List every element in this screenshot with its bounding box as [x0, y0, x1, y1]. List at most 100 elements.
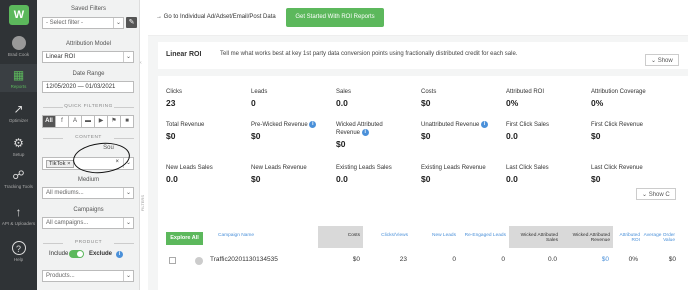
metric-attribution-coverage: Attribution Coverage 0% [591, 88, 646, 108]
remove-icon[interactable]: × [67, 161, 70, 167]
metric-value: 0.0 [506, 174, 518, 184]
include-label: Include [49, 251, 69, 257]
col-header-roi[interactable]: Attributed ROI [613, 226, 643, 248]
products-value: Products... [46, 273, 75, 279]
facebook-icon[interactable]: f [55, 115, 69, 128]
explore-all-button[interactable]: Explore All [166, 232, 203, 245]
saved-filters-label: Saved Filters [70, 6, 106, 12]
collapse-arrow-icon[interactable]: ‹ [140, 60, 148, 66]
metric-attributed-roi: Attributed ROI 0% [506, 88, 544, 108]
rail-item-tracking[interactable]: ☍ Tracking Tools [0, 168, 37, 196]
get-started-roi-button[interactable]: Get Started With ROI Reports [286, 8, 384, 27]
edit-filter-button[interactable]: ✎ [126, 17, 137, 28]
email-icon[interactable]: ▬ [81, 115, 95, 128]
include-exclude-toggle[interactable] [69, 250, 84, 258]
metric-value: 23 [166, 98, 176, 108]
square-icon[interactable]: ■ [120, 115, 134, 128]
col-header-new-leads[interactable]: New Leads [411, 226, 459, 248]
col-header-campaign[interactable]: Campaign Name [218, 226, 328, 248]
cell-campaign-name[interactable]: Traffic20201130134535 [210, 256, 278, 263]
metric-value: $0 [591, 174, 601, 184]
top-bar: → Go to Individual Ad/Adset/Email/Post D… [148, 0, 688, 36]
metric-label: Existing Leads Revenue [421, 165, 486, 171]
col-header-wicked-revenue[interactable]: Wicked Attributed Revenue [561, 226, 613, 248]
metric-label: Leads [251, 89, 268, 95]
attribution-model-value: Linear ROI [46, 54, 76, 60]
metric-value: 0% [506, 98, 519, 108]
cell-costs: $0 [352, 256, 360, 263]
metric-sales: Sales 0.0 [336, 88, 351, 108]
exclude-label: Exclude [89, 251, 113, 257]
date-range-label: Date Range [72, 71, 105, 77]
quick-filter-all[interactable]: All [42, 115, 56, 128]
col-header-aov[interactable]: Average Order Value [643, 226, 678, 248]
attribution-model-select[interactable]: Linear ROI ⌄ [42, 51, 134, 63]
date-range-input[interactable]: 12/05/2020 — 01/03/2021 [42, 81, 134, 93]
metric-label: Existing Leads Sales [336, 165, 392, 171]
app-logo[interactable]: W [9, 5, 29, 25]
campaigns-select[interactable]: All campaigns... ⌄ [42, 217, 134, 229]
metric-label: Unattributed Revenue [421, 122, 480, 129]
report-description: Tell me what works best at key 1st party… [220, 51, 518, 57]
chart-icon: ▦ [12, 68, 25, 82]
chevron-down-icon: ⌄ [642, 192, 648, 198]
metric-leads: Leads 0 [251, 88, 267, 108]
metric-last-click-sales: Last Click Sales 0.0 [506, 164, 549, 184]
share-icon: ☍ [12, 168, 25, 182]
video-icon[interactable]: ▶ [94, 115, 108, 128]
rail-item-optimizer[interactable]: ↗ Optimizer [0, 102, 37, 126]
col-header-clicks[interactable]: Clicks/Views [363, 226, 411, 248]
metric-label: Wicked Attributed Revenue [336, 122, 383, 137]
flag-icon[interactable]: ⚑ [107, 115, 121, 128]
metric-value: 0.0 [506, 131, 518, 141]
product-section-label: PRODUCT [37, 240, 140, 245]
metric-label: First Click Revenue [591, 122, 644, 128]
medium-select[interactable]: All mediums... ⌄ [42, 187, 134, 199]
rail-item-help[interactable]: ? Help [0, 241, 37, 265]
show-toggle-button[interactable]: ⌄ Show [645, 54, 679, 66]
show-columns-button[interactable]: ⌄ Show C [636, 188, 676, 200]
metric-label: Costs [421, 89, 437, 95]
chevron-down-icon: ⌄ [123, 218, 133, 228]
info-icon[interactable]: i [481, 121, 489, 128]
info-icon[interactable]: i [361, 129, 369, 136]
col-header-reengaged[interactable]: Re-Engaged Leads [459, 226, 509, 248]
upload-icon: ↑ [15, 205, 22, 219]
row-checkbox[interactable] [169, 257, 176, 264]
source-chip[interactable]: TikTok × [46, 160, 74, 168]
show-toggle-label: Show [657, 58, 673, 64]
goto-individual-link[interactable]: → Go to Individual Ad/Adset/Email/Post D… [156, 14, 276, 20]
col-header-wicked-sales[interactable]: Wicked Attributed Sales [509, 226, 561, 248]
filter-panel: Saved Filters - Select filter - ⌄ ✎ Attr… [37, 0, 140, 290]
metric-value: $0 [421, 174, 431, 184]
content-section-label: CONTENT [37, 135, 140, 140]
products-select[interactable]: Products... ⌄ [42, 270, 134, 282]
rail-item-reports[interactable]: ▦ Reports [0, 64, 37, 92]
rail-item-setup[interactable]: ⚙ Setup [0, 136, 37, 160]
rail-item-profile[interactable]: Brad Cook [0, 36, 37, 60]
metric-existing-leads-revenue: Existing Leads Revenue $0 [421, 164, 486, 184]
avatar-icon [11, 36, 26, 50]
metric-value: 0.0 [336, 98, 348, 108]
rail-item-label: Optimizer [8, 118, 29, 123]
metric-value: $0 [336, 139, 346, 150]
info-icon[interactable]: i [309, 121, 317, 128]
cell-wicked-revenue[interactable]: $0 [573, 256, 609, 263]
metric-value: $0 [591, 131, 601, 141]
rail-item-label: Tracking Tools [4, 184, 33, 189]
filters-tab[interactable]: FILTERS [140, 195, 148, 211]
cell-reengaged: 0 [501, 256, 505, 263]
info-icon[interactable]: i [116, 251, 123, 258]
metric-value: 0 [251, 98, 256, 108]
cell-roi: 0% [628, 256, 638, 263]
campaign-icon [195, 257, 203, 265]
rail-item-label: Help [13, 257, 24, 262]
adwords-icon[interactable]: A [68, 115, 82, 128]
col-header-costs[interactable]: Costs [318, 226, 363, 248]
saved-filters-select[interactable]: - Select filter - ⌄ [42, 17, 124, 29]
metric-unattributed-revenue: Unattributed Revenue i $0 [421, 121, 489, 141]
metric-label: Last Click Sales [506, 165, 549, 171]
metric-last-click-revenue: Last Click Revenue $0 [591, 164, 643, 184]
rail-item-label: Reports [10, 84, 27, 89]
rail-item-api[interactable]: ↑ API & Uploaders [0, 205, 37, 233]
